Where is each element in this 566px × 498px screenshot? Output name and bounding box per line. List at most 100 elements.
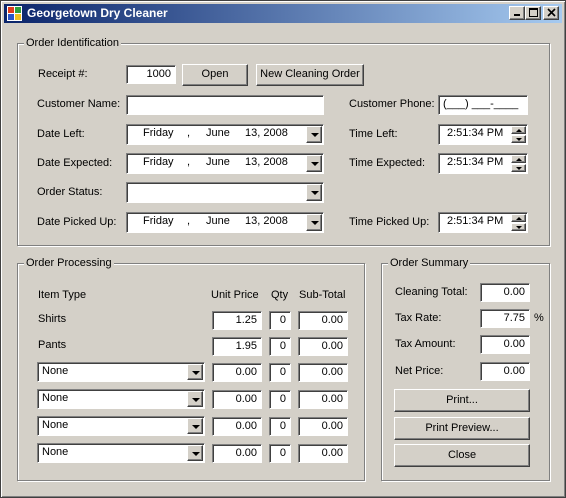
- header-sub-total: Sub-Total: [299, 289, 346, 301]
- item-type-value: None: [42, 392, 69, 404]
- date-left-sep: ,: [187, 127, 191, 139]
- print-button[interactable]: Print...: [394, 389, 530, 412]
- order-identification-title: Order Identification: [24, 37, 121, 50]
- close-button[interactable]: Close: [394, 444, 530, 467]
- order-processing-title: Order Processing: [24, 257, 114, 270]
- maximize-button[interactable]: [525, 6, 541, 20]
- unit-price-field[interactable]: 1.95: [212, 337, 262, 356]
- title-bar: Georgetown Dry Cleaner: [4, 4, 562, 23]
- qty-field[interactable]: 0: [269, 417, 291, 436]
- receipt-number-field[interactable]: 1000: [126, 65, 176, 84]
- qty-field[interactable]: 0: [269, 363, 291, 382]
- header-unit-price: Unit Price: [211, 289, 259, 301]
- date-picked-up-month: June: [206, 215, 230, 227]
- unit-price-field[interactable]: 0.00: [212, 390, 262, 409]
- date-left-label: Date Left:: [37, 128, 85, 140]
- time-left-up-icon[interactable]: [511, 126, 526, 134]
- order-status-combo[interactable]: [126, 182, 324, 203]
- unit-price-field[interactable]: 0.00: [212, 363, 262, 382]
- new-cleaning-order-button[interactable]: New Cleaning Order: [256, 64, 364, 86]
- date-left-dropdown-icon[interactable]: [306, 126, 322, 143]
- date-left-day: Friday: [143, 127, 174, 139]
- qty-field[interactable]: 0: [269, 444, 291, 463]
- date-picked-up-sep: ,: [187, 215, 191, 227]
- date-picked-up-picker[interactable]: Friday , June 13, 2008: [126, 212, 324, 233]
- qty-field[interactable]: 0: [269, 311, 291, 330]
- unit-price-field[interactable]: 0.00: [212, 417, 262, 436]
- header-item-type: Item Type: [38, 289, 87, 301]
- time-picked-up-down-icon[interactable]: [511, 223, 526, 231]
- header-qty: Qty: [271, 289, 289, 301]
- cleaning-total-label: Cleaning Total:: [395, 286, 468, 298]
- minimize-icon: [514, 14, 520, 16]
- cleaning-total-field[interactable]: 0.00: [480, 283, 530, 302]
- qty-field[interactable]: 0: [269, 337, 291, 356]
- time-expected-label: Time Expected:: [349, 157, 426, 169]
- app-icon: [7, 6, 22, 21]
- time-left-down-icon[interactable]: [511, 135, 526, 143]
- date-left-month: June: [206, 127, 230, 139]
- close-window-button[interactable]: [543, 6, 559, 20]
- date-picked-up-day: Friday: [143, 215, 174, 227]
- time-expected-value: 2:51:34 PM: [447, 156, 504, 168]
- receipt-label: Receipt #:: [38, 68, 88, 80]
- item-type-combo[interactable]: None: [37, 362, 205, 382]
- tax-amount-field[interactable]: 0.00: [480, 335, 530, 354]
- close-icon: [546, 8, 556, 17]
- time-left-label: Time Left:: [349, 128, 398, 140]
- unit-price-field[interactable]: 1.25: [212, 311, 262, 330]
- date-expected-day: Friday: [143, 156, 174, 168]
- date-picked-up-label: Date Picked Up:: [37, 216, 117, 228]
- date-expected-month: June: [206, 156, 230, 168]
- date-picked-up-date: 13, 2008: [245, 215, 288, 227]
- item-type-dropdown-icon[interactable]: [187, 418, 203, 434]
- net-price-label: Net Price:: [395, 365, 444, 377]
- net-price-field[interactable]: 0.00: [480, 362, 530, 381]
- time-picked-up-value: 2:51:34 PM: [447, 215, 504, 227]
- sub-total-field[interactable]: 0.00: [298, 337, 348, 356]
- date-expected-picker[interactable]: Friday , June 13, 2008: [126, 153, 324, 174]
- time-picked-up-label: Time Picked Up:: [349, 216, 430, 228]
- item-type-value: None: [42, 365, 69, 377]
- item-label-shirts: Shirts: [38, 313, 67, 325]
- item-label-pants: Pants: [38, 339, 67, 351]
- time-picked-up-up-icon[interactable]: [511, 214, 526, 222]
- date-left-picker[interactable]: Friday , June 13, 2008: [126, 124, 324, 145]
- date-expected-date: 13, 2008: [245, 156, 288, 168]
- customer-phone-field[interactable]: (___) ___-____: [438, 95, 528, 115]
- time-expected-picker[interactable]: 2:51:34 PM: [438, 153, 528, 174]
- sub-total-field[interactable]: 0.00: [298, 417, 348, 436]
- customer-name-field[interactable]: [126, 95, 324, 115]
- main-window: Georgetown Dry Cleaner Order Identificat…: [0, 0, 566, 498]
- time-expected-up-icon[interactable]: [511, 155, 526, 163]
- unit-price-field[interactable]: 0.00: [212, 444, 262, 463]
- time-left-picker[interactable]: 2:51:34 PM: [438, 124, 528, 145]
- date-picked-up-dropdown-icon[interactable]: [306, 214, 322, 231]
- minimize-button[interactable]: [509, 6, 525, 20]
- sub-total-field[interactable]: 0.00: [298, 390, 348, 409]
- qty-field[interactable]: 0: [269, 390, 291, 409]
- date-expected-dropdown-icon[interactable]: [306, 155, 322, 172]
- print-preview-button[interactable]: Print Preview...: [394, 417, 530, 440]
- time-picked-up-picker[interactable]: 2:51:34 PM: [438, 212, 528, 233]
- tax-amount-label: Tax Amount:: [395, 338, 456, 350]
- sub-total-field[interactable]: 0.00: [298, 363, 348, 382]
- time-expected-down-icon[interactable]: [511, 164, 526, 172]
- order-status-dropdown-icon[interactable]: [306, 184, 322, 201]
- customer-name-label: Customer Name:: [37, 98, 121, 110]
- date-expected-label: Date Expected:: [37, 157, 113, 169]
- open-button[interactable]: Open: [182, 64, 248, 86]
- sub-total-field[interactable]: 0.00: [298, 311, 348, 330]
- item-type-dropdown-icon[interactable]: [187, 391, 203, 407]
- item-type-dropdown-icon[interactable]: [187, 364, 203, 380]
- tax-rate-label: Tax Rate:: [395, 312, 442, 324]
- window-title: Georgetown Dry Cleaner: [27, 6, 168, 20]
- order-status-label: Order Status:: [37, 186, 103, 198]
- sub-total-field[interactable]: 0.00: [298, 444, 348, 463]
- item-type-dropdown-icon[interactable]: [187, 445, 203, 461]
- item-type-combo[interactable]: None: [37, 416, 205, 436]
- item-type-combo[interactable]: None: [37, 389, 205, 409]
- tax-rate-field[interactable]: 7.75: [480, 309, 530, 328]
- date-expected-sep: ,: [187, 156, 191, 168]
- item-type-combo[interactable]: None: [37, 443, 205, 463]
